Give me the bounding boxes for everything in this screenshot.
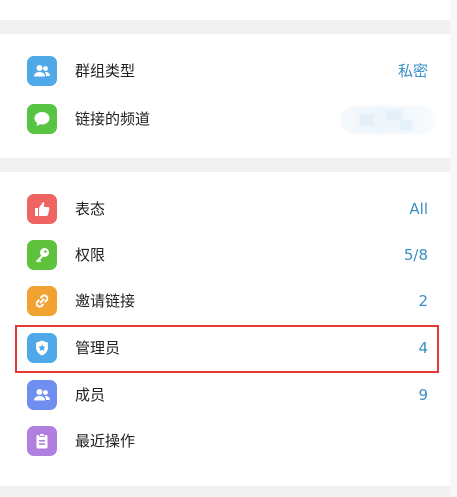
people-icon xyxy=(27,380,57,410)
thumbs-up-icon xyxy=(27,194,57,224)
recent-actions-row[interactable]: 最近操作 xyxy=(0,418,450,464)
group-type-value: 私密 xyxy=(397,62,428,80)
members-label: 成员 xyxy=(75,386,106,404)
reactions-row[interactable]: 表态 All xyxy=(0,186,450,232)
linked-channel-label: 链接的频道 xyxy=(75,110,151,128)
group-type-label: 群组类型 xyxy=(75,62,136,80)
permissions-value: 5/8 xyxy=(403,246,428,264)
permissions-row[interactable]: 权限 5/8 xyxy=(0,232,450,278)
group-type-row[interactable]: 群组类型 私密 xyxy=(0,48,450,94)
linked-channel-row[interactable]: 链接的频道 xyxy=(0,96,450,142)
previous-section-card xyxy=(0,0,450,20)
reactions-value: All xyxy=(409,200,428,218)
invite-links-value: 2 xyxy=(418,292,428,310)
clipboard-icon xyxy=(27,426,57,456)
chat-bubble-icon xyxy=(27,104,57,134)
link-icon xyxy=(27,286,57,316)
scrollbar[interactable] xyxy=(450,0,457,497)
invite-links-label: 邀请链接 xyxy=(75,292,136,310)
reactions-label: 表态 xyxy=(75,200,106,218)
group-info-card: 群组类型 私密 链接的频道 xyxy=(0,34,450,158)
members-row[interactable]: 成员 9 xyxy=(0,372,450,418)
linked-channel-value-redacted xyxy=(340,106,436,134)
invite-links-row[interactable]: 邀请链接 2 xyxy=(0,278,450,324)
key-icon xyxy=(27,240,57,270)
people-icon xyxy=(27,56,57,86)
administrators-highlight-box xyxy=(15,325,439,373)
recent-actions-label: 最近操作 xyxy=(75,432,136,450)
members-value: 9 xyxy=(418,386,428,404)
permissions-label: 权限 xyxy=(75,246,106,264)
